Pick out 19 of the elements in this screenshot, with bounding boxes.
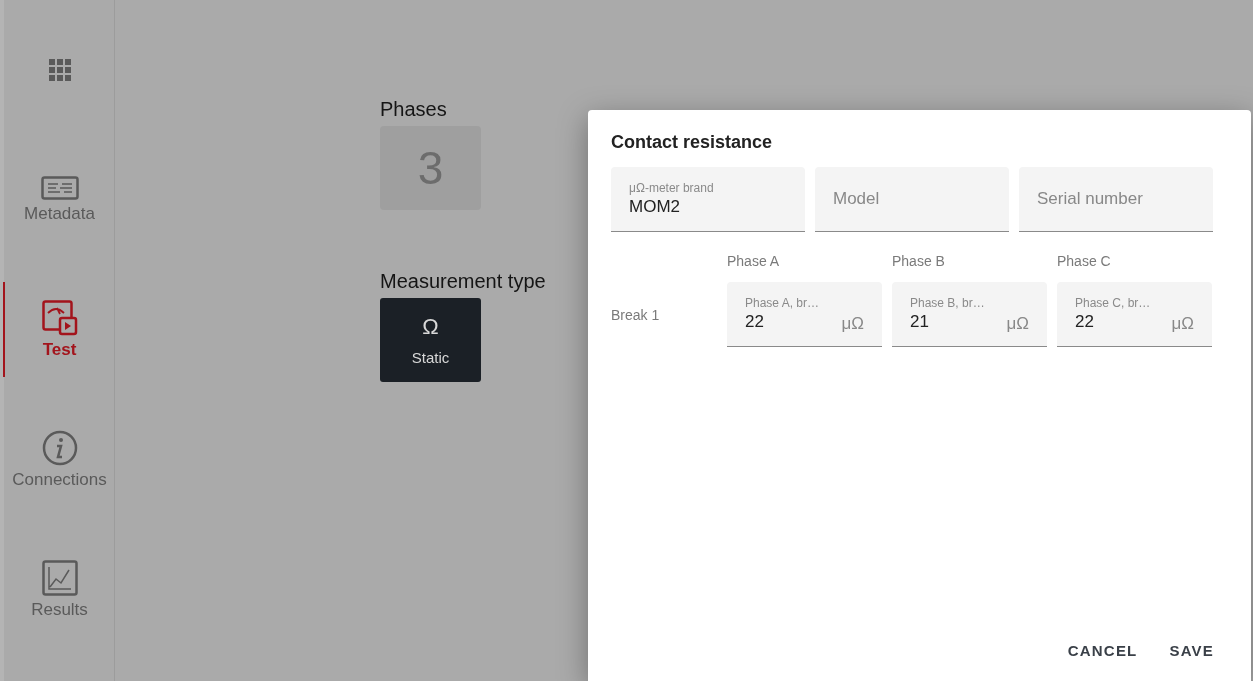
input-field[interactable]: Phase C, br… 22 μΩ: [1057, 282, 1212, 347]
measurement-type-label: Measurement type: [380, 269, 547, 293]
apps-icon: [48, 58, 71, 81]
dialog-title: Contact resistance: [611, 131, 774, 154]
column-header: Phase C: [1057, 252, 1112, 270]
column-header: Phase B: [892, 252, 946, 270]
input-field[interactable]: Phase B, br… 21 μΩ: [892, 282, 1047, 347]
column-header: Phase A: [727, 252, 781, 270]
input-field[interactable]: Phase A, br… 22 μΩ: [727, 282, 882, 347]
static-option-button[interactable]: Ω Static: [380, 298, 481, 382]
document-lines-icon: [40, 175, 79, 200]
row-label: Break 1: [611, 306, 661, 323]
input-field[interactable]: μΩ-meter brand MOM2: [611, 167, 805, 232]
gauge-play-icon: [41, 299, 78, 336]
info-icon: [41, 429, 78, 466]
line-chart-icon: [41, 559, 78, 596]
phases-label: Phases: [380, 97, 448, 121]
save-button[interactable]: SAVE: [1161, 632, 1222, 668]
cancel-button[interactable]: CANCEL: [1059, 632, 1146, 668]
